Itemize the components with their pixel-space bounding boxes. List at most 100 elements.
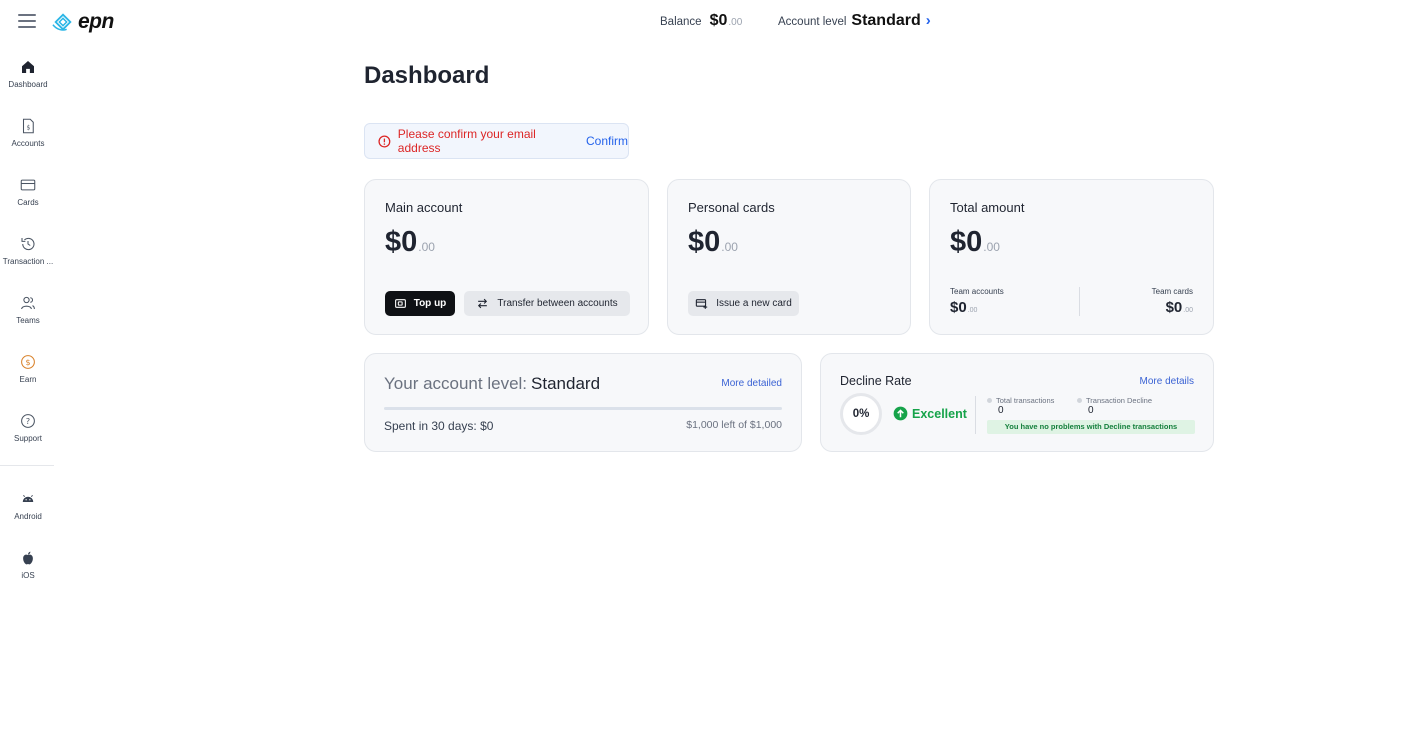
alert-text: Please confirm your email address — [397, 127, 536, 155]
total-transactions-label-text: Total transactions — [996, 396, 1055, 405]
legend-dot — [1077, 398, 1082, 403]
balance-label: Balance — [660, 16, 702, 28]
sidebar-item-teams[interactable]: Teams — [0, 294, 56, 325]
sidebar-divider — [0, 465, 54, 466]
limit-remaining: $1,000 left of $1,000 — [686, 419, 782, 431]
svg-text:$: $ — [25, 357, 30, 367]
android-icon — [22, 494, 34, 502]
account-level-prefix: Your account level: — [384, 374, 528, 393]
chevron-right-icon: › — [925, 12, 931, 29]
transaction-decline-label: Transaction Decline — [1077, 396, 1152, 405]
account-level-card: Your account level: Standard More detail… — [364, 353, 802, 452]
accounts-icon: $ — [22, 118, 34, 134]
sidebar-item-label: Teams — [16, 316, 40, 325]
sidebar-item-android[interactable]: Android — [0, 490, 56, 521]
issue-card-button[interactable]: Issue a new card — [688, 291, 799, 316]
card-icon — [20, 179, 36, 191]
sidebar-item-label: Earn — [19, 375, 37, 384]
sidebar-item-label: Support — [13, 434, 43, 443]
menu-icon[interactable] — [18, 14, 36, 28]
team-cards-balance: $0 .00 — [1166, 299, 1193, 316]
email-confirm-alert: Please confirm your email address Confir… — [364, 123, 629, 159]
sidebar-item-dashboard[interactable]: Dashboard — [0, 58, 56, 89]
brand-logo[interactable]: epn — [52, 10, 114, 34]
more-details-link[interactable]: More details — [1140, 376, 1194, 387]
issue-card-label: Issue a new card — [716, 298, 792, 309]
account-level-name: Standard — [531, 374, 601, 393]
sidebar-item-cards[interactable]: Cards — [0, 176, 56, 207]
total-amount-amount: $0 — [950, 226, 983, 258]
header-account-level[interactable]: Account level Standard › — [778, 12, 931, 30]
decline-rate-card: Decline Rate More details 0% Excellent T… — [820, 353, 1214, 452]
spending-progress-bar — [384, 407, 782, 410]
header-balance: Balance $0 .00 — [660, 12, 742, 30]
sidebar-item-ios[interactable]: iOS — [0, 549, 56, 580]
sidebar-item-label: Accounts — [11, 139, 45, 148]
decline-rate-status-text: Excellent — [912, 406, 967, 421]
arrow-up-circle-icon — [893, 406, 908, 421]
team-accounts-label: Team accounts — [950, 287, 1004, 296]
more-detailed-link[interactable]: More detailed — [721, 378, 782, 389]
main-account-card: Main account $0 .00 Top up Transfer betw… — [364, 179, 649, 335]
team-cards-label: Team cards — [1151, 287, 1193, 296]
transfer-arrows-icon — [478, 298, 488, 309]
balance-cents: .00 — [728, 17, 743, 28]
decline-rate-status: Excellent — [893, 406, 967, 421]
top-up-button[interactable]: Top up — [385, 291, 455, 316]
team-accounts-cents: .00 — [967, 307, 978, 314]
total-transactions-label: Total transactions — [987, 396, 1054, 405]
spent-30-days: Spent in 30 days: $0 — [384, 419, 494, 433]
transaction-decline-label-text: Transaction Decline — [1086, 396, 1153, 405]
decline-rate-percent: 0% — [852, 408, 870, 420]
history-icon — [21, 237, 35, 251]
decline-rate-title: Decline Rate — [840, 374, 912, 388]
svg-text:?: ? — [26, 416, 30, 426]
total-amount-card: Total amount $0 .00 Team accounts $0 .00… — [929, 179, 1214, 335]
sidebar-item-label: Transaction ... — [2, 257, 54, 266]
decline-status-note: You have no problems with Decline transa… — [987, 420, 1195, 434]
sidebar-item-label: Dashboard — [8, 80, 48, 89]
personal-cards-amount: $0 — [688, 226, 721, 258]
legend-dot — [987, 398, 992, 403]
main-account-title: Main account — [385, 200, 463, 215]
sidebar-item-label: Cards — [17, 198, 39, 207]
balance-amount: $0 — [709, 12, 728, 29]
personal-cards-cents: .00 — [721, 240, 738, 254]
alert-circle-icon — [378, 135, 391, 147]
decline-rate-divider — [975, 396, 976, 434]
confirm-email-link[interactable]: Confirm — [586, 134, 628, 148]
wallet-icon — [394, 299, 406, 308]
home-icon — [22, 61, 34, 73]
sidebar-item-support[interactable]: ? Support — [0, 412, 56, 443]
total-transactions-value: 0 — [998, 405, 1004, 416]
transfer-label: Transfer between accounts — [497, 298, 618, 309]
apple-icon — [23, 551, 33, 565]
epn-logo-icon — [52, 13, 72, 31]
top-header: epn Balance $0 .00 Account level Standar… — [0, 0, 1418, 44]
total-amount-cents: .00 — [983, 240, 1000, 254]
team-cards-cents: .00 — [1183, 307, 1193, 314]
decline-rate-gauge: 0% — [840, 393, 882, 435]
sidebar-item-earn[interactable]: $ Earn — [0, 353, 56, 384]
personal-cards-balance: $0 .00 — [688, 226, 738, 259]
total-amount-title: Total amount — [950, 200, 1025, 215]
transfer-button[interactable]: Transfer between accounts — [464, 291, 630, 316]
account-level-heading: Your account level: Standard — [384, 374, 600, 394]
transaction-decline-value: 0 — [1088, 405, 1094, 416]
personal-cards-title: Personal cards — [688, 200, 775, 215]
sidebar-item-label: iOS — [21, 571, 35, 580]
help-icon: ? — [21, 414, 35, 428]
sidebar-item-transactions[interactable]: Transaction ... — [0, 235, 56, 266]
brand-name: epn — [78, 10, 114, 33]
teams-icon — [21, 296, 35, 310]
sidebar-item-accounts[interactable]: $ Accounts — [0, 117, 56, 148]
main-account-cents: .00 — [418, 240, 435, 254]
team-accounts-amount: $0 — [950, 299, 967, 316]
account-level-value: Standard — [851, 12, 921, 29]
team-accounts-balance: $0 .00 — [950, 299, 977, 316]
main-account-amount: $0 — [385, 226, 418, 258]
personal-cards-card: Personal cards $0 .00 Issue a new card — [667, 179, 911, 335]
team-cards-amount: $0 — [1165, 299, 1183, 316]
add-card-icon — [696, 299, 708, 309]
top-up-label: Top up — [413, 298, 447, 309]
